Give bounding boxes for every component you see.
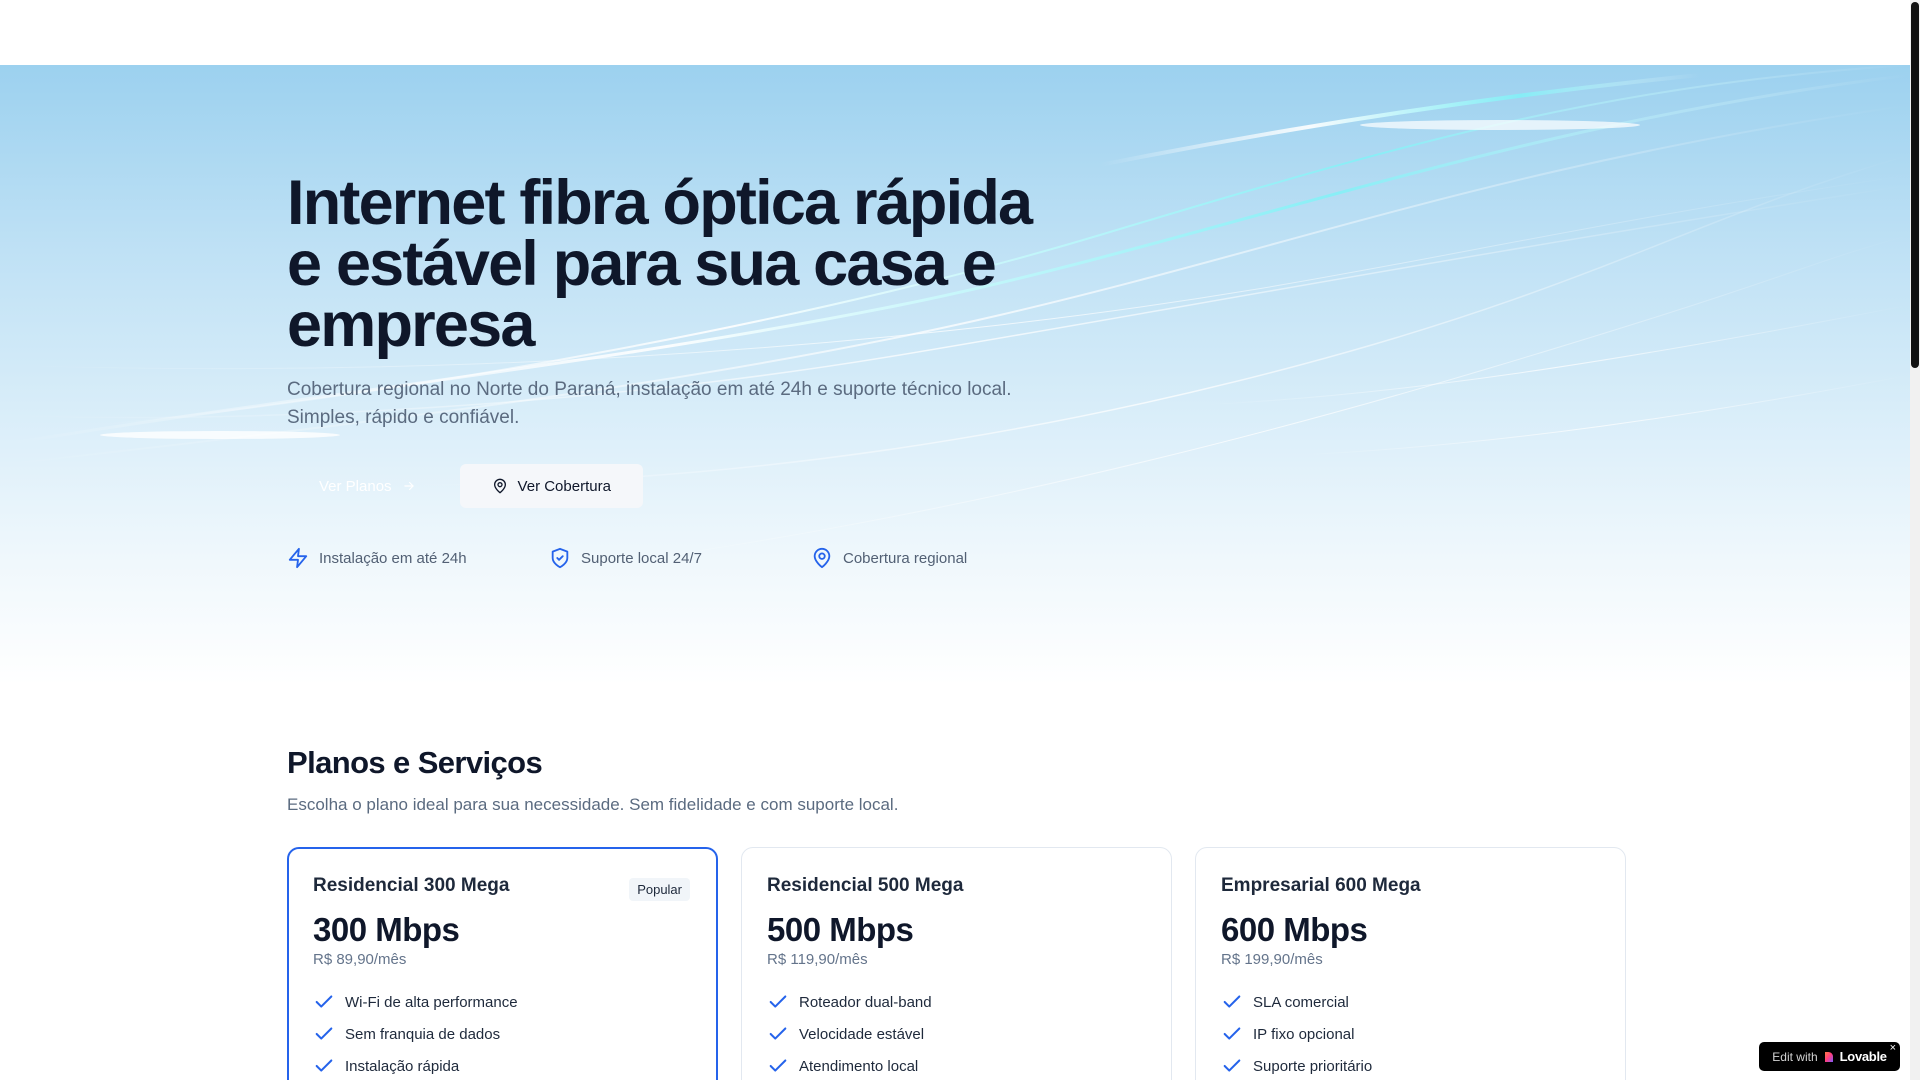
hero-section: Internet fibra óptica rápida e estável p… [0,65,1910,685]
hero-features: Instalação em até 24h Suporte local 24/7… [287,546,1147,570]
plan-card-residencial-500[interactable]: Residencial 500 Mega 500 Mbps R$ 119,90/… [741,847,1172,1080]
plan-feature-label: Wi-Fi de alta performance [345,993,518,1011]
edit-with-label: Edit with [1772,1049,1818,1064]
plan-card-residencial-300[interactable]: Residencial 300 Mega Popular 300 Mbps R$… [287,847,718,1080]
hero-content: Internet fibra óptica rápida e estável p… [287,168,1147,570]
arrow-right-icon [403,481,414,491]
lovable-heart-icon [1824,1051,1833,1062]
plan-feature: Velocidade estável [767,1018,1146,1050]
plan-feature-label: Velocidade estável [799,1025,925,1043]
popular-badge: Popular [629,878,690,901]
scrollbar-thumb[interactable] [1911,2,1919,368]
plan-speed: 300 Mbps [313,911,460,948]
check-icon [1223,995,1241,1008]
check-icon [769,1059,787,1072]
plan-feature: IP fixo opcional [1221,1018,1600,1050]
feature-installation-label: Instalação em até 24h [319,549,467,567]
plan-card-empresarial-600[interactable]: Empresarial 600 Mega 600 Mbps R$ 199,90/… [1195,847,1626,1080]
plan-feature: Instalação rápida [313,1050,692,1080]
plan-price: R$ 89,90/mês [313,951,407,968]
plan-feature-label: Suporte prioritário [1253,1057,1373,1075]
plan-price: R$ 119,90/mês [767,951,868,968]
plan-name: Residencial 500 Mega [767,875,964,896]
plan-feature-label: Atendimento local [799,1057,919,1075]
lightning-icon [288,547,308,569]
plan-feature: Wi-Fi de alta performance [313,986,692,1018]
plan-feature: Roteador dual-band [767,986,1146,1018]
feature-coverage-label: Cobertura regional [843,549,968,567]
feature-coverage: Cobertura regional [811,546,1073,570]
feature-installation: Instalação em até 24h [287,546,549,570]
hero-subtitle: Cobertura regional no Norte do Paraná, i… [287,379,1012,428]
hero-actions: Ver Planos Ver Cobertura [287,464,1147,508]
hero-title: Internet fibra óptica rápida e estável p… [287,168,1033,360]
plan-feature-label: IP fixo opcional [1253,1025,1355,1043]
check-icon [315,995,333,1008]
plan-feature: SLA comercial [1221,986,1600,1018]
check-icon [769,1027,787,1040]
plan-feature-label: Instalação rápida [345,1057,460,1075]
plan-feature: Sem franquia de dados [313,1018,692,1050]
plans-subtitle: Escolha o plano ideal para sua necessida… [287,795,899,814]
view-plans-button[interactable]: Ver Planos [287,464,448,508]
plan-price: R$ 199,90/mês [1221,951,1323,968]
check-icon [1223,1059,1241,1072]
plan-feature-label: SLA comercial [1253,993,1349,1011]
plan-speed: 600 Mbps [1221,911,1368,948]
lovable-brand: Lovable [1839,1049,1887,1064]
edit-with-lovable-badge[interactable]: Edit with Lovable × [1759,1042,1900,1071]
plan-feature-list: Wi-Fi de alta performance Sem franquia d… [313,986,692,1080]
plan-speed: 500 Mbps [767,911,914,948]
plan-feature: Suporte prioritário [1221,1050,1600,1080]
plan-name: Empresarial 600 Mega [1221,875,1421,896]
check-icon [769,995,787,1008]
check-icon [315,1059,333,1072]
shield-check-icon [551,547,569,569]
plan-feature-list: Roteador dual-band Velocidade estável At… [767,986,1146,1080]
map-pin-icon [813,547,831,569]
plans-section: Planos e Serviços Escolha o plano ideal … [287,745,1627,1080]
check-icon [315,1027,333,1040]
check-icon [1223,1027,1241,1040]
top-header-bar [0,0,1910,65]
feature-support: Suporte local 24/7 [549,546,811,570]
plan-cards: Residencial 300 Mega Popular 300 Mbps R$… [287,847,1627,1080]
view-coverage-button[interactable]: Ver Cobertura [459,464,643,508]
feature-support-label: Suporte local 24/7 [581,549,702,567]
view-coverage-label: Ver Cobertura [517,477,611,495]
plan-feature-list: SLA comercial IP fixo opcional Suporte p… [1221,986,1600,1080]
page-scrollbar[interactable] [1910,0,1920,1080]
plan-feature: Atendimento local [767,1050,1146,1080]
view-plans-label: Ver Planos [319,477,392,495]
plans-title: Planos e Serviços [287,745,543,780]
plan-feature-label: Sem franquia de dados [345,1025,501,1043]
close-icon[interactable]: × [1890,1043,1896,1054]
plan-feature-label: Roteador dual-band [799,993,932,1011]
map-pin-icon [493,478,506,494]
